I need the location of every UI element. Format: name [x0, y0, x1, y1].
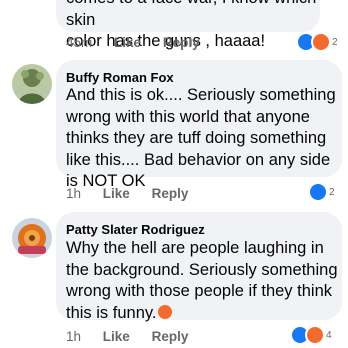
- comment-1: comes to a face war, I know which skin c…: [0, 0, 348, 56]
- angry-icon: [311, 32, 331, 52]
- comment-actions: 1h Like Reply: [66, 186, 206, 201]
- comment-text-line: comes to a face war, I know which skin: [66, 0, 316, 29]
- comment-time: 1h: [66, 329, 82, 344]
- reaction-count: 2: [329, 186, 335, 198]
- reply-button[interactable]: Reply: [152, 329, 189, 344]
- comment-3: Patty Slater Rodriguez Why the hell are …: [0, 212, 348, 348]
- comment-time: 1h: [66, 186, 82, 201]
- like-button[interactable]: Like: [103, 186, 130, 201]
- comment-actions: 1h Like Reply: [66, 329, 206, 344]
- comment-text: And this is ok.... Seriously something w…: [66, 86, 336, 190]
- angry-icon: [305, 325, 325, 345]
- avatar[interactable]: [12, 218, 52, 258]
- comment-author[interactable]: Buffy Roman Fox: [66, 70, 174, 85]
- comment-time: 45m: [66, 35, 93, 50]
- avatar-image: [12, 218, 52, 258]
- comment-text: Why the hell are people laughing in the …: [66, 238, 340, 324]
- avatar-image: [12, 64, 52, 104]
- comment-text-body: Why the hell are people laughing in the …: [66, 239, 338, 322]
- reaction-count: 2: [332, 36, 338, 48]
- angry-face-icon: [158, 304, 173, 319]
- avatar[interactable]: [12, 64, 52, 104]
- like-button[interactable]: Like: [103, 329, 130, 344]
- reactions-summary[interactable]: 4: [290, 325, 332, 345]
- like-icon: [308, 182, 328, 202]
- reaction-count: 4: [326, 329, 332, 341]
- comment-author[interactable]: Patty Slater Rodriguez: [66, 222, 205, 237]
- like-button[interactable]: Like: [114, 35, 141, 50]
- reply-button[interactable]: Reply: [152, 186, 189, 201]
- comment-2: Buffy Roman Fox And this is ok.... Serio…: [0, 60, 348, 202]
- comment-actions: 45m Like Reply: [66, 35, 218, 50]
- reactions-summary[interactable]: 2: [308, 182, 335, 202]
- reply-button[interactable]: Reply: [163, 35, 200, 50]
- reactions-summary[interactable]: 2: [296, 32, 338, 52]
